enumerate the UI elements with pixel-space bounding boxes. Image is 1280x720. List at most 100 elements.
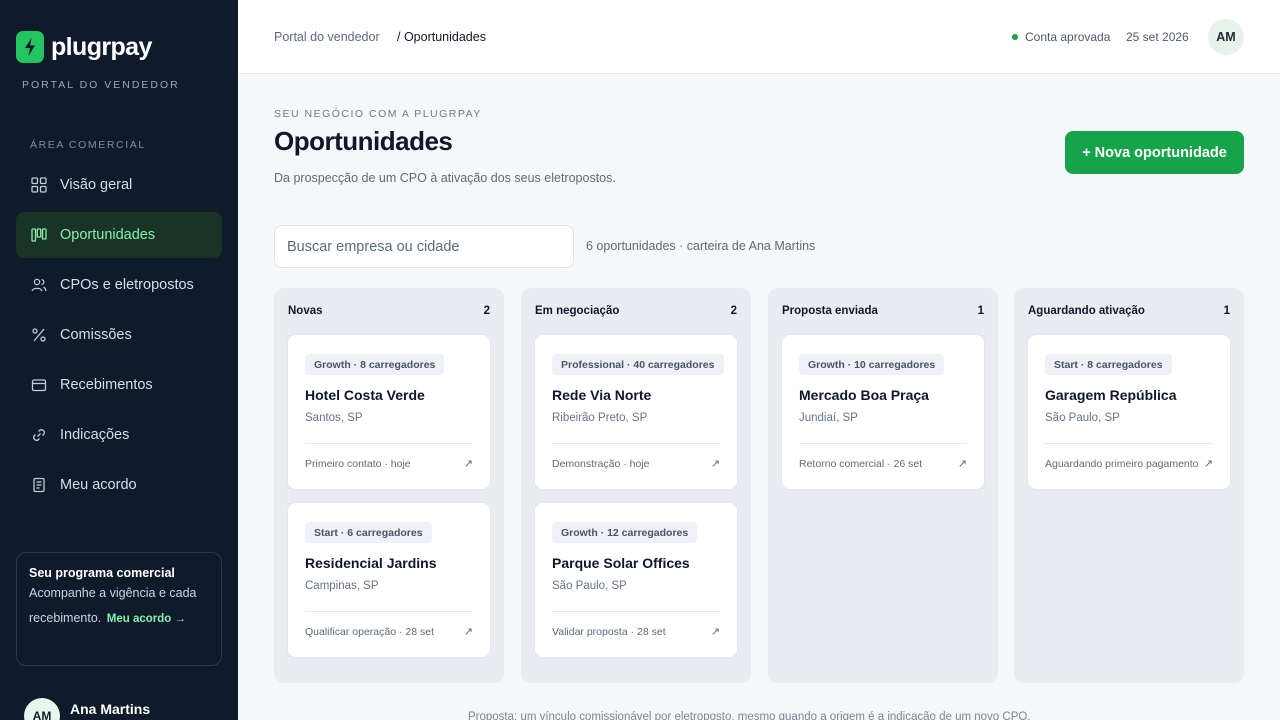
company-city: Campinas, SP [305,580,379,592]
company-name: Hotel Costa Verde [305,387,425,403]
next-step: Validar proposta · 28 set [552,626,666,638]
sidebar-item-recebimentos[interactable]: Recebimentos [16,362,222,408]
document-icon [30,476,48,494]
meu-acordo-link[interactable]: Meu acordo → [107,613,186,625]
sidebar-item-label: Meu acordo [60,477,137,493]
column-header: Novas 2 [288,305,490,317]
next-step: Qualificar operação · 28 set [305,626,434,638]
promo-text-line-2: recebimento. Meu acordo → [29,601,209,636]
divider [305,611,473,612]
sidebar-item-visao-geral[interactable]: Visão geral [16,162,222,208]
opportunity-card[interactable]: Start · 8 carregadores Garagem República… [1027,334,1231,490]
plan-badge: Growth · 10 carregadores [799,354,945,375]
column-count: 2 [483,305,490,317]
bolt-icon [16,31,44,63]
opportunity-card[interactable]: Professional · 40 carregadores Rede Via … [534,334,738,490]
header-avatar[interactable]: AM [1208,19,1244,55]
opportunity-card[interactable]: Start · 6 carregadores Residencial Jardi… [287,502,491,658]
column-count: 2 [730,305,737,317]
column-title: Aguardando ativação [1028,305,1145,317]
page-title: Oportunidades [274,126,453,156]
search-input[interactable] [274,225,574,268]
company-name: Garagem República [1045,387,1177,403]
next-step: Retorno comercial · 26 set [799,458,923,470]
column-title: Proposta enviada [782,305,878,317]
open-arrow-icon[interactable]: ↗ [958,457,967,470]
column-header: Em negociação 2 [535,305,737,317]
divider [1045,443,1213,444]
sidebar-item-oportunidades[interactable]: Oportunidades [16,212,222,258]
commercial-program-card: Seu programa comercial Acompanhe a vigên… [16,552,222,666]
column-novas: Novas 2 Growth · 8 carregadores Hotel Co… [274,288,504,683]
sidebar-item-label: Oportunidades [60,227,156,243]
promo-text: Acompanhe a vigência e cada recebimento.… [29,585,209,636]
sidebar-item-label: Recebimentos [60,377,153,393]
brand-logo[interactable]: plugrpay [16,31,152,63]
sidebar-item-label: CPOs e eletropostos [60,277,194,293]
user-name: Ana Martins [70,701,151,717]
company-name: Mercado Boa Praça [799,387,929,403]
sidebar-nav: Visão geral Oportunidades CPOs e eletrop… [16,162,222,512]
promo-text-line-1: Acompanhe a vigência e cada [29,586,197,600]
account-status: Conta aprovada [1012,30,1110,44]
company-city: Ribeirão Preto, SP [552,412,648,424]
top-bar: Portal do vendedor / Oportunidades Conta… [238,0,1280,74]
sidebar: plugrpay PORTAL DO VENDEDOR ÁREA COMERCI… [0,0,238,720]
column-proposta-enviada: Proposta enviada 1 Growth · 10 carregado… [768,288,998,683]
sidebar-section-label: ÁREA COMERCIAL [30,139,146,151]
user-profile[interactable]: AM Ana Martins [24,698,150,720]
breadcrumb-root[interactable]: Portal do vendedor [274,30,380,44]
column-header: Proposta enviada 1 [782,305,984,317]
open-arrow-icon[interactable]: ↗ [711,457,720,470]
promo-text-end: recebimento. [29,611,102,625]
open-arrow-icon[interactable]: ↗ [711,625,720,638]
plan-badge: Professional · 40 carregadores [552,354,724,375]
current-date: 25 set 2026 [1126,30,1189,44]
page-subtitle: Da prospecção de um CPO à ativação dos s… [274,171,616,185]
plan-badge: Growth · 8 carregadores [305,354,445,375]
next-step: Aguardando primeiro pagamento [1045,458,1199,470]
open-arrow-icon[interactable]: ↗ [464,625,473,638]
plan-badge: Start · 8 carregadores [1045,354,1172,375]
opportunity-card[interactable]: Growth · 10 carregadores Mercado Boa Pra… [781,334,985,490]
sidebar-item-label: Visão geral [60,177,133,193]
status-dot-icon [1012,34,1018,40]
sidebar-item-label: Comissões [60,327,132,343]
percent-icon [30,326,48,344]
open-arrow-icon[interactable]: ↗ [1204,457,1213,470]
divider [799,443,967,444]
page-eyebrow: SEU NEGÓCIO COM A PLUGRPAY [274,108,482,120]
opportunity-card[interactable]: Growth · 12 carregadores Parque Solar Of… [534,502,738,658]
promo-title: Seu programa comercial [29,566,175,580]
column-title: Novas [288,305,323,317]
column-aguardando-ativacao: Aguardando ativação 1 Start · 8 carregad… [1014,288,1244,683]
company-city: São Paulo, SP [1045,412,1120,424]
company-name: Parque Solar Offices [552,555,690,571]
new-opportunity-button[interactable]: + Nova oportunidade [1065,131,1244,174]
sidebar-item-label: Indicações [60,427,130,443]
open-arrow-icon[interactable]: ↗ [464,457,473,470]
plan-badge: Start · 6 carregadores [305,522,432,543]
sidebar-item-comissoes[interactable]: Comissões [16,312,222,358]
column-count: 1 [977,305,984,317]
column-count: 1 [1223,305,1230,317]
company-city: São Paulo, SP [552,580,627,592]
grid-icon [30,176,48,194]
breadcrumb-current: / Oportunidades [397,30,486,44]
wallet-icon [30,376,48,394]
sidebar-item-cpos[interactable]: CPOs e eletropostos [16,262,222,308]
company-city: Santos, SP [305,412,363,424]
divider [552,443,720,444]
brand-subtitle: PORTAL DO VENDEDOR [22,79,180,91]
link-icon [30,426,48,444]
opportunity-card[interactable]: Growth · 8 carregadores Hotel Costa Verd… [287,334,491,490]
opportunity-count: 6 oportunidades · carteira de Ana Martin… [586,239,816,253]
next-step: Demonstração · hoje [552,458,650,470]
company-city: Jundiaí, SP [799,412,858,424]
next-step: Primeiro contato · hoje [305,458,411,470]
company-name: Rede Via Norte [552,387,652,403]
kanban-icon [30,226,48,244]
sidebar-item-meu-acordo[interactable]: Meu acordo [16,462,222,508]
sidebar-item-indicacoes[interactable]: Indicações [16,412,222,458]
footnote: Proposta: um vínculo comissionável por e… [468,711,1031,720]
